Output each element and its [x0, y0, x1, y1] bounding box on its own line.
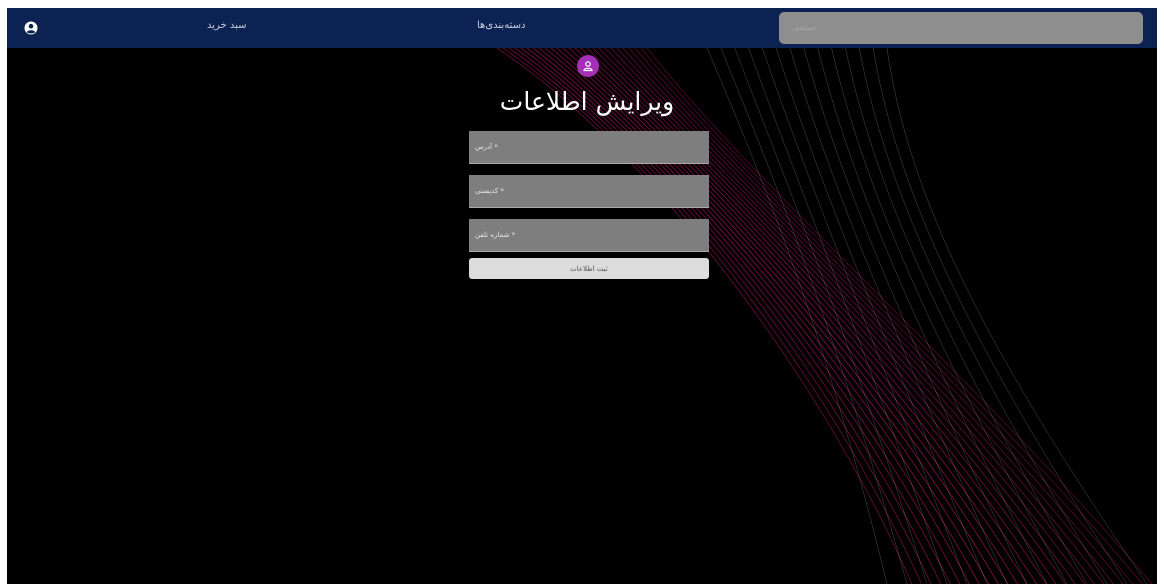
page-title: ویرایش اطلاعات [499, 87, 675, 116]
nav-cart-link[interactable]: سبد خرید [207, 20, 247, 31]
user-icon [582, 57, 594, 76]
address-field[interactable] [469, 131, 709, 164]
user-circle-icon[interactable] [24, 20, 38, 35]
nav-categories-link[interactable]: دسته‌بندی‌ها [477, 20, 525, 31]
search-input[interactable] [779, 12, 1143, 44]
profile-avatar [577, 55, 599, 77]
top-navbar: سبد خرید دسته‌بندی‌ها [7, 8, 1157, 48]
submit-info-button[interactable]: ثبت اطلاعات [469, 258, 709, 279]
app-window: سبد خرید دسته‌بندی‌ها ویرایش اطلاعات ثبت… [7, 8, 1157, 584]
postal-code-field[interactable] [469, 175, 709, 208]
phone-field[interactable] [469, 219, 709, 252]
